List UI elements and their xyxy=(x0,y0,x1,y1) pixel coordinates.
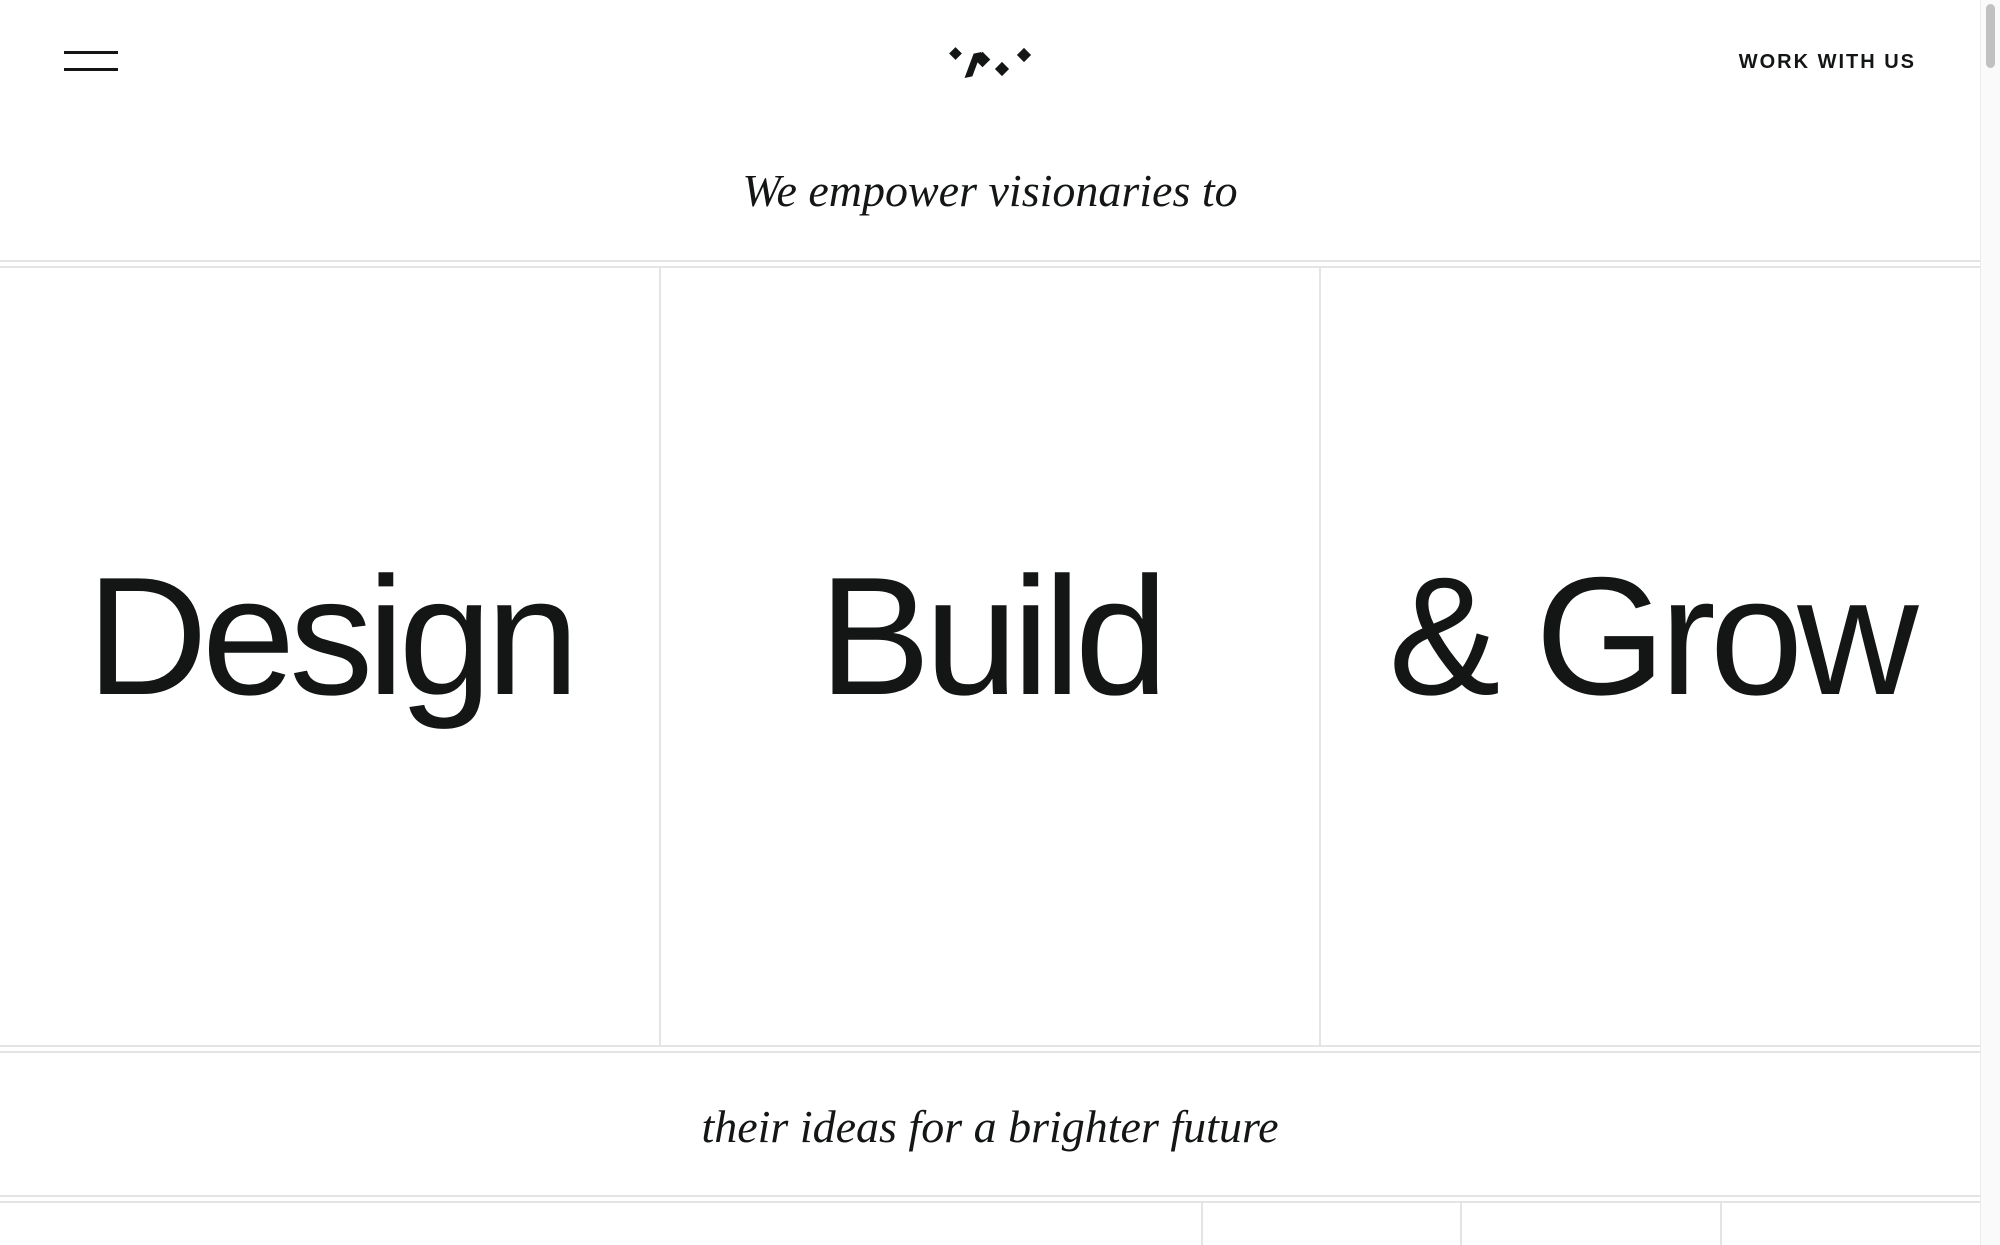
page: WORK WITH US We empower visionaries to D… xyxy=(0,0,1980,1245)
brand-logo-icon[interactable] xyxy=(948,46,1032,80)
divider-top-a xyxy=(0,260,1980,262)
divider-bottom-a xyxy=(0,1195,1980,1197)
divider-mid-a xyxy=(0,1045,1980,1047)
next-row-divider-1 xyxy=(1201,1202,1203,1245)
work-with-us-link[interactable]: WORK WITH US xyxy=(1739,51,1916,74)
word-cell-grow: & Grow xyxy=(1321,267,1980,1045)
hero-word-build: Build xyxy=(818,542,1169,730)
scrollbar-thumb[interactable] xyxy=(1986,4,1995,68)
divider-mid-b xyxy=(0,1051,1980,1053)
hamburger-menu-icon[interactable] xyxy=(64,51,118,73)
word-cell-design: Design xyxy=(0,267,660,1045)
next-row-divider-2 xyxy=(1460,1202,1462,1245)
next-row-divider-3 xyxy=(1720,1202,1722,1245)
page-scrollbar[interactable] xyxy=(1980,0,2000,1245)
menu-line-bottom xyxy=(64,68,118,71)
hero-word-grow: & Grow xyxy=(1388,542,1918,730)
hero-word-design: Design xyxy=(86,542,580,730)
menu-line-top xyxy=(64,51,118,54)
next-section-row xyxy=(0,1202,1980,1245)
hero-intro-text: We empower visionaries to xyxy=(742,165,1238,216)
word-cell-build: Build xyxy=(661,267,1320,1045)
hero-outro-text: their ideas for a brighter future xyxy=(701,1101,1279,1152)
